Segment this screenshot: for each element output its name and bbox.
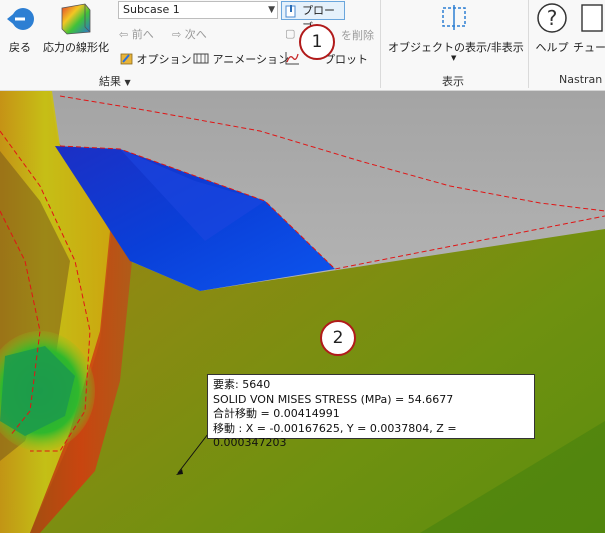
animation-button[interactable]: アニメーション [193, 51, 289, 67]
group-divider [528, 0, 529, 88]
options-icon [120, 53, 133, 65]
callout-marker-2: 2 [320, 320, 356, 356]
tutorial-button[interactable]: チュート [572, 0, 605, 60]
prev-label: 前へ [131, 28, 154, 41]
options-label: オプション [136, 53, 192, 66]
object-visibility-label: オブジェクトの表示/非表示 [388, 41, 524, 54]
object-visibility-button[interactable]: オブジェクトの表示/非表示 ▼ [388, 0, 524, 66]
probe-displacement-components: 移動 : X = -0.00167625, Y = 0.0037804, Z =… [213, 421, 457, 450]
next-label: 次へ [184, 28, 207, 41]
back-arrow-icon [7, 8, 34, 30]
stress-linearization-icon [61, 3, 91, 35]
delete-probe-button[interactable]: ▢ を削除 [285, 27, 374, 42]
callout-marker-1: 1 [299, 24, 335, 60]
next-button[interactable]: ⇨ 次へ [172, 26, 207, 42]
probe-von-mises-stress: SOLID VON MISES STRESS (MPa) = 54.6677 [213, 392, 454, 406]
help-icon: ? [537, 3, 567, 33]
display-group-label: 表示 [442, 75, 464, 88]
help-label: ヘルプ [535, 41, 569, 54]
group-divider [380, 0, 381, 88]
delete-probe-icon: ▢ [285, 27, 296, 40]
plot-button[interactable]: プロット [284, 51, 368, 66]
probe-button[interactable]: プローブ [281, 1, 345, 34]
stress-linearization-label: 応力の線形化 [43, 41, 109, 54]
back-button[interactable]: 戻る [2, 0, 38, 60]
svg-text:?: ? [547, 6, 558, 30]
help-button[interactable]: ? ヘルプ [533, 0, 571, 60]
chevron-down-icon: ▼ [124, 78, 131, 87]
tutorial-icon [581, 4, 603, 32]
plot-icon [285, 52, 299, 65]
results-group-label[interactable]: 結果 ▼ [99, 73, 131, 89]
arrow-right-icon: ⇨ [172, 28, 182, 41]
chevron-down-icon: ▼ [268, 5, 275, 15]
tutorial-label: チュート [573, 41, 605, 54]
subcase-value: Subcase 1 [123, 3, 180, 16]
object-visibility-icon [442, 5, 466, 30]
nastran-group-label: Nastran [559, 73, 603, 86]
chevron-down-icon: ▼ [451, 54, 457, 62]
delete-label: を削除 [341, 29, 374, 42]
3d-viewport[interactable]: 2 要素: 5640 SOLID VON MISES STRESS (MPa) … [0, 91, 605, 533]
ribbon: 戻る 応力の線形化 Subcase 1 ▼ プローブ [0, 0, 605, 91]
prev-button[interactable]: ⇦ 前へ [119, 26, 154, 42]
back-label: 戻る [9, 41, 31, 54]
probe-element-id: 要素: 5640 [213, 378, 271, 391]
probe-result-tooltip: 要素: 5640 SOLID VON MISES STRESS (MPa) = … [207, 374, 535, 449]
animation-label: アニメーション [212, 53, 290, 66]
stress-linearization-button[interactable]: 応力の線形化 [40, 0, 112, 60]
arrow-left-icon: ⇦ [119, 28, 129, 41]
options-button[interactable]: オプション [119, 51, 192, 67]
probe-total-displacement: 合計移動 = 0.00414991 [213, 407, 340, 420]
subcase-dropdown[interactable]: Subcase 1 ▼ [118, 1, 278, 19]
animation-icon [193, 53, 209, 64]
fea-stress-contour-model [0, 91, 605, 533]
probe-icon [285, 5, 296, 18]
